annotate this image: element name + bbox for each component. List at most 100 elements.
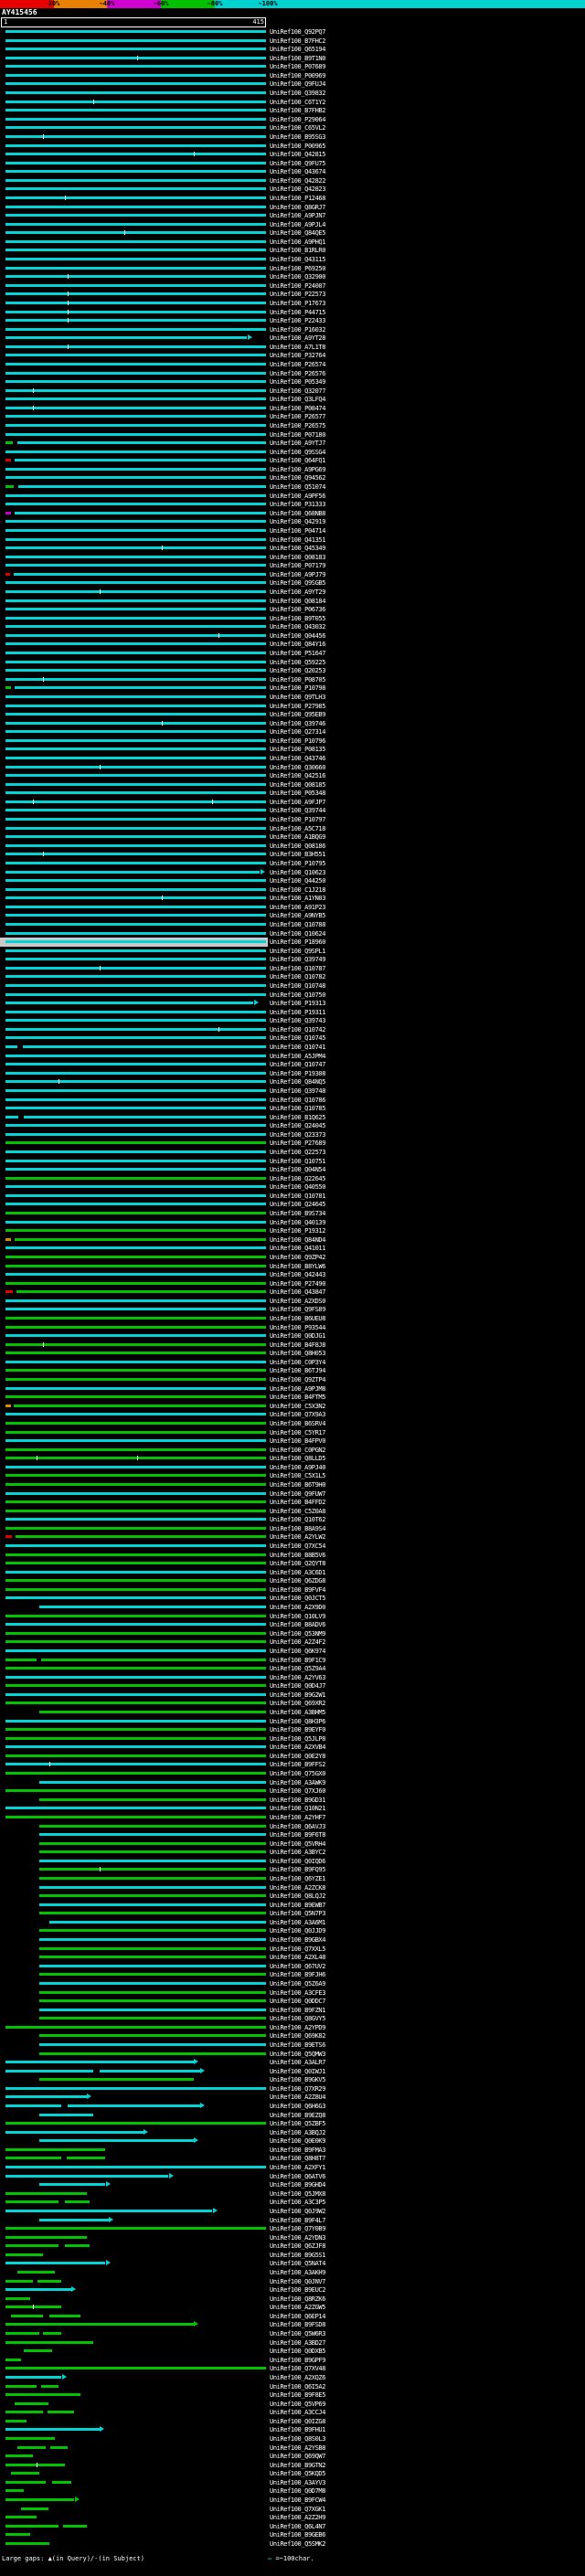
hit-label[interactable]: UniRef100_Q10785 (270, 1105, 325, 1112)
hit-bar[interactable] (39, 1877, 266, 1880)
hit-row[interactable]: UniRef100_B9FZN1 (0, 2006, 585, 2015)
hit-bar[interactable] (5, 1684, 266, 1687)
hit-bar[interactable] (5, 713, 266, 716)
hit-label[interactable]: UniRef100_A3BD27 (270, 2339, 325, 2347)
hit-bar[interactable] (5, 336, 247, 339)
hit-row[interactable]: UniRef100_Q10750 (0, 991, 585, 1000)
hit-bar[interactable] (5, 468, 266, 471)
hit-label[interactable]: UniRef100_Q84QE5 (270, 229, 325, 237)
hit-bar[interactable] (5, 757, 266, 759)
hit-bar[interactable] (5, 1011, 266, 1013)
hit-bar[interactable] (5, 187, 266, 190)
hit-label[interactable]: UniRef100_Q10747 (270, 1061, 325, 1068)
hit-bar[interactable] (5, 2087, 266, 2090)
hit-row[interactable]: UniRef100_B9S734 (0, 1209, 585, 1218)
hit-row[interactable]: UniRef100_Q7XJ60 (0, 1786, 585, 1796)
hit-row[interactable]: UniRef100_B9EZQ8 (0, 2111, 585, 2120)
hit-label[interactable]: UniRef100_Q6K974 (270, 1648, 325, 1655)
hit-bar[interactable] (39, 2052, 266, 2055)
hit-row[interactable]: UniRef100_Q39744 (0, 806, 585, 815)
hit-bar[interactable] (5, 2200, 58, 2203)
hit-label[interactable]: UniRef100_Q0IWJ1 (270, 2068, 325, 2075)
hit-row[interactable]: UniRef100_B6T9H0 (0, 1480, 585, 1489)
hit-label[interactable]: UniRef100_B8B5V6 (270, 1552, 325, 1559)
hit-row[interactable]: UniRef100_Q94562 (0, 473, 585, 482)
hit-label[interactable]: UniRef100_Q9SGB5 (270, 579, 325, 587)
hit-bar[interactable] (5, 1282, 266, 1285)
hit-label[interactable]: UniRef100_B9GPF9 (270, 2357, 325, 2364)
hit-row[interactable]: UniRef100_Q41351 (0, 535, 585, 545)
hit-label[interactable]: UniRef100_Q10623 (270, 869, 325, 876)
hit-label[interactable]: UniRef100_B9G2W1 (270, 1691, 325, 1699)
hit-bar[interactable] (5, 2210, 212, 2212)
hit-label[interactable]: UniRef100_B9T1N0 (270, 55, 325, 62)
hit-label[interactable]: UniRef100_Q10624 (270, 930, 325, 938)
hit-label[interactable]: UniRef100_B9T055 (270, 615, 325, 622)
hit-bar[interactable] (39, 2183, 105, 2186)
hit-bar[interactable] (5, 1299, 266, 1302)
hit-label[interactable]: UniRef100_A2ZGW5 (270, 2304, 325, 2311)
hit-row[interactable]: UniRef100_Q04N54 (0, 1165, 585, 1174)
hit-bar[interactable] (39, 1842, 266, 1845)
hit-row[interactable]: UniRef100_A3CFE3 (0, 1988, 585, 1998)
hit-row[interactable]: UniRef100_Q43746 (0, 754, 585, 763)
hit-row[interactable]: UniRef100_C5X3N2 (0, 1402, 585, 1411)
hit-label[interactable]: UniRef100_Q3LFQ4 (270, 396, 325, 403)
hit-label[interactable]: UniRef100_P08474 (270, 405, 325, 412)
hit-row[interactable]: UniRef100_B9EYF0 (0, 1725, 585, 1734)
hit-row[interactable]: UniRef100_P08135 (0, 745, 585, 754)
hit-label[interactable]: UniRef100_Q10T62 (270, 1516, 325, 1523)
hit-row[interactable]: UniRef100_A9PG69 (0, 465, 585, 474)
hit-label[interactable]: UniRef100_Q27314 (270, 728, 325, 736)
hit-row[interactable]: UniRef100_A7L1T8 (0, 343, 585, 352)
hit-bar[interactable] (5, 993, 266, 996)
hit-row[interactable]: UniRef100_A2Z4F2 (0, 1638, 585, 1647)
hit-row[interactable]: UniRef100_B9FSD8 (0, 2320, 585, 2329)
hit-row[interactable]: UniRef100_Q10781 (0, 1192, 585, 1201)
hit-label[interactable]: UniRef100_Q9TLH3 (270, 694, 325, 701)
hit-bar[interactable] (5, 1518, 266, 1521)
hit-bar[interactable] (5, 2148, 105, 2151)
hit-label[interactable]: UniRef100_B9F1C9 (270, 1657, 325, 1664)
hit-label[interactable]: UniRef100_P27490 (270, 1280, 325, 1288)
hit-label[interactable]: UniRef100_P18960 (270, 938, 325, 946)
hit-row[interactable]: UniRef100_Q6ZDG8 (0, 1576, 585, 1585)
hit-row[interactable]: UniRef100_P26574 (0, 360, 585, 369)
hit-row[interactable]: UniRef100_Q8GVY5 (0, 2014, 585, 2023)
hit-label[interactable]: UniRef100_B9ETS6 (270, 2041, 325, 2049)
hit-bar[interactable] (39, 2139, 194, 2142)
hit-row[interactable]: UniRef100_A91P23 (0, 903, 585, 912)
hit-bar[interactable] (5, 581, 266, 584)
hit-bar[interactable] (5, 2341, 93, 2344)
hit-bar[interactable] (5, 319, 266, 322)
hit-label[interactable]: UniRef100_Q22573 (270, 1149, 325, 1156)
hit-label[interactable]: UniRef100_Q64FQ1 (270, 457, 325, 464)
hit-bar[interactable] (5, 766, 266, 769)
hit-bar[interactable] (5, 2376, 61, 2379)
hit-row[interactable]: UniRef100_Q08186 (0, 842, 585, 851)
hit-row[interactable]: UniRef100_P26577 (0, 412, 585, 421)
hit-label[interactable]: UniRef100_B9FHU1 (270, 2426, 325, 2433)
hit-row[interactable]: UniRef100_Q10788 (0, 920, 585, 929)
hit-label[interactable]: UniRef100_A3CCJ4 (270, 2409, 325, 2416)
hit-bar[interactable] (5, 2332, 39, 2335)
hit-row[interactable]: UniRef100_P31333 (0, 500, 585, 509)
hit-label[interactable]: UniRef100_C5X1L5 (270, 1472, 325, 1479)
hit-row[interactable]: UniRef100_P44715 (0, 308, 585, 317)
hit-row[interactable]: UniRef100_Q0JNV7 (0, 2277, 585, 2286)
hit-row[interactable]: UniRef100_A3BQJ2 (0, 2128, 585, 2137)
hit-label[interactable]: UniRef100_Q59225 (270, 659, 325, 666)
hit-row[interactable]: UniRef100_Q42443 (0, 1270, 585, 1279)
hit-bar[interactable] (5, 1290, 13, 1293)
hit-label[interactable]: UniRef100_B9FSD8 (270, 2321, 325, 2328)
hit-bar[interactable] (50, 2446, 68, 2449)
hit-row[interactable]: UniRef100_Q0JCT5 (0, 1594, 585, 1603)
hit-bar[interactable] (5, 520, 266, 523)
hit-bar[interactable] (5, 1772, 266, 1775)
hit-label[interactable]: UniRef100_P12468 (270, 195, 325, 202)
hit-label[interactable]: UniRef100_A3AKH9 (270, 2269, 325, 2276)
hit-row[interactable]: UniRef100_Q8LQJ2 (0, 1892, 585, 1901)
hit-bar[interactable] (5, 896, 266, 899)
hit-label[interactable]: UniRef100_A2X9D0 (270, 1604, 325, 1611)
hit-label[interactable]: UniRef100_C65VL2 (270, 124, 325, 132)
